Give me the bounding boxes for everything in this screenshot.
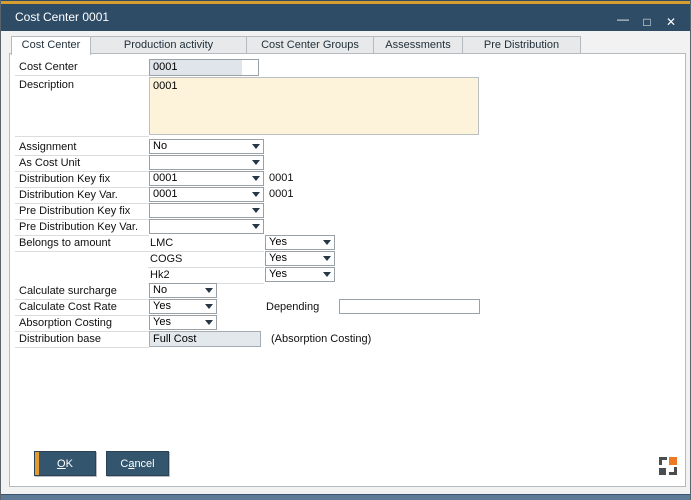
absorption-costing-dropdown[interactable]: Yes <box>149 315 217 330</box>
chevron-down-icon <box>252 192 260 197</box>
tab-cost-center[interactable]: Cost Center <box>11 36 91 55</box>
belongs-item-cogs-label: COGS <box>148 251 264 268</box>
description-label: Description <box>15 77 149 137</box>
calculate-cost-rate-label: Calculate Cost Rate <box>15 299 149 316</box>
window-bottom-bar <box>1 495 690 500</box>
minimize-icon[interactable]: — <box>614 12 632 32</box>
cost-center-label: Cost Center <box>15 59 149 76</box>
belongs-to-amount-label: Belongs to amount <box>15 235 149 252</box>
pre-distribution-key-fix-dropdown[interactable] <box>149 203 264 218</box>
belongs-item-hk2-label: Hk2 <box>148 267 264 284</box>
distribution-key-fix-value: 0001 <box>153 172 177 184</box>
distribution-base-label: Distribution base <box>15 331 149 348</box>
chevron-down-icon <box>252 224 260 229</box>
absorption-costing-label: Absorption Costing <box>15 315 149 332</box>
distribution-key-fix-label: Distribution Key fix <box>15 171 149 188</box>
calculate-cost-rate-dropdown[interactable]: Yes <box>149 299 217 314</box>
window-title: Cost Center 0001 <box>15 4 109 31</box>
chevron-down-icon <box>205 320 213 325</box>
cancel-button[interactable]: Cancel <box>106 451 169 476</box>
distribution-base-value: Full Cost <box>153 333 196 345</box>
chevron-down-icon <box>252 176 260 181</box>
depending-label: Depending <box>266 301 319 313</box>
as-cost-unit-label: As Cost Unit <box>15 155 149 172</box>
belongs-item-lmc-dropdown[interactable]: Yes <box>265 235 335 250</box>
chevron-down-icon <box>205 288 213 293</box>
tab-pre-distribution[interactable]: Pre Distribution <box>462 36 581 54</box>
absorption-costing-value: Yes <box>153 316 171 328</box>
cancel-label-post: ncel <box>134 458 154 470</box>
form-resize-icon[interactable] <box>657 455 679 477</box>
belongs-item-cogs-dropdown[interactable]: Yes <box>265 251 335 266</box>
chevron-down-icon <box>323 256 331 261</box>
pre-distribution-key-var-dropdown[interactable] <box>149 219 264 234</box>
close-icon[interactable]: ✕ <box>662 12 680 32</box>
pre-distribution-key-var-label: Pre Distribution Key Var. <box>15 219 149 236</box>
assignment-value: No <box>153 140 167 152</box>
assignment-dropdown[interactable]: No <box>149 139 264 154</box>
maximize-icon[interactable]: □ <box>638 12 656 32</box>
distribution-key-fix-ref: 0001 <box>269 172 293 184</box>
chevron-down-icon <box>205 304 213 309</box>
distribution-key-var-label: Distribution Key Var. <box>15 187 149 204</box>
as-cost-unit-dropdown[interactable] <box>149 155 264 170</box>
chevron-down-icon <box>252 144 260 149</box>
distribution-base-note: (Absorption Costing) <box>271 333 371 345</box>
calculate-cost-rate-value: Yes <box>153 300 171 312</box>
cost-center-window: Cost Center 0001 — □ ✕ Cost Center Produ… <box>0 0 691 500</box>
pre-distribution-key-fix-label: Pre Distribution Key fix <box>15 203 149 220</box>
tab-production-activity[interactable]: Production activity <box>90 36 247 54</box>
distribution-base-input[interactable]: Full Cost <box>149 331 261 347</box>
belongs-item-hk2-dropdown[interactable]: Yes <box>265 267 335 282</box>
form-resize-icon-glyph <box>657 455 679 477</box>
chevron-down-icon <box>252 208 260 213</box>
assignment-label: Assignment <box>15 139 149 156</box>
cost-center-value: 0001 <box>153 61 177 73</box>
ok-label-post: K <box>66 458 73 470</box>
titlebar: Cost Center 0001 — □ ✕ <box>1 4 690 31</box>
belongs-item-cogs-value: Yes <box>269 252 287 264</box>
distribution-key-var-dropdown[interactable]: 0001 <box>149 187 264 202</box>
ok-button[interactable]: OK <box>34 451 96 476</box>
belongs-item-lmc-label: LMC <box>148 235 264 252</box>
description-value: 0001 <box>153 80 177 92</box>
cost-center-input[interactable]: 0001 <box>149 59 259 76</box>
tab-bar: Cost Center Production activity Cost Cen… <box>11 36 581 55</box>
belongs-item-lmc-value: Yes <box>269 236 287 248</box>
calculate-surcharge-label: Calculate surcharge <box>15 283 149 300</box>
belongs-item-hk2-value: Yes <box>269 268 287 280</box>
ok-label-mnemonic: O <box>57 458 66 470</box>
chevron-down-icon <box>323 272 331 277</box>
window-controls: — □ ✕ <box>614 8 680 35</box>
calculate-surcharge-value: No <box>153 284 167 296</box>
chevron-down-icon <box>252 160 260 165</box>
cost-center-input-endcap <box>242 60 258 75</box>
distribution-key-fix-dropdown[interactable]: 0001 <box>149 171 264 186</box>
default-button-indicator <box>35 452 39 475</box>
tab-cost-center-groups[interactable]: Cost Center Groups <box>246 36 374 54</box>
description-textarea[interactable]: 0001 <box>149 77 479 135</box>
distribution-key-var-value: 0001 <box>153 188 177 200</box>
chevron-down-icon <box>323 240 331 245</box>
depending-input[interactable] <box>339 299 480 314</box>
calculate-surcharge-dropdown[interactable]: No <box>149 283 217 298</box>
distribution-key-var-ref: 0001 <box>269 188 293 200</box>
tab-assessments[interactable]: Assessments <box>373 36 463 54</box>
